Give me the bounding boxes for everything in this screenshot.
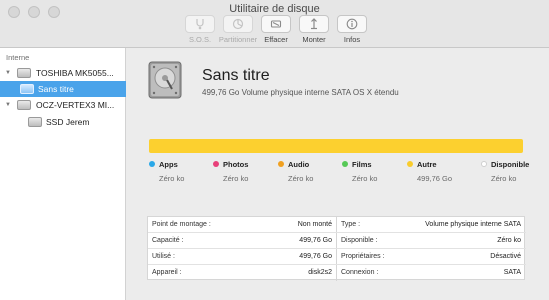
sidebar-item-label: TOSHIBA MK5055... (36, 68, 114, 78)
main-pane: Sans titre 499,76 Go Volume physique int… (127, 48, 549, 300)
info-value: disk2s2 (308, 269, 332, 276)
info-key: Capacité : (152, 237, 184, 244)
info-value: SATA (503, 269, 521, 276)
title-bar: Utilitaire de disque S.O.S. Partitionner… (0, 0, 549, 48)
info-value: 499,76 Go (299, 253, 332, 260)
sidebar-item-sans-titre[interactable]: Sans titre (0, 81, 126, 97)
sidebar-section-header: Interne (6, 53, 30, 62)
usage-bar (149, 139, 523, 153)
mount-icon (299, 15, 329, 33)
volume-name: Sans titre (202, 67, 270, 84)
legend-value: Zéro ko (159, 174, 185, 183)
info-row: Connexion : SATA (337, 265, 526, 281)
mount-button[interactable]: Monter (298, 15, 330, 47)
legend-dot (407, 161, 413, 167)
legend-dot (342, 161, 348, 167)
legend-dot (213, 161, 219, 167)
legend-value: 499,76 Go (417, 174, 453, 183)
window-title: Utilitaire de disque (229, 3, 320, 15)
info-value: Zéro ko (497, 237, 521, 244)
info-label: Infos (343, 35, 361, 44)
info-key: Utilisé : (152, 253, 175, 260)
hard-disk-icon (17, 68, 31, 78)
disclosure-triangle-icon[interactable]: ▼ (5, 102, 11, 108)
partition-icon (223, 15, 253, 33)
partition-label: Partitionner (218, 35, 258, 44)
sidebar-item-label: Sans titre (38, 84, 74, 94)
sos-button[interactable]: S.O.S. (184, 15, 216, 47)
info-row: Disponible : Zéro ko (337, 233, 526, 249)
hard-disk-icon (17, 100, 31, 110)
info-row: Type : Volume physique interne SATA (337, 217, 526, 233)
info-table: Point de montage : Non monté Capacité : 499… (147, 216, 526, 281)
info-key: Propriétaires : (341, 253, 385, 260)
disk-utility-window: Utilitaire de disque S.O.S. Partitionner… (0, 0, 549, 300)
disclosure-triangle-icon[interactable]: ▼ (5, 70, 11, 76)
info-row: Appareil : disk2s2 (148, 265, 337, 281)
sos-label: S.O.S. (188, 35, 212, 44)
info-column-left: Point de montage : Non monté Capacité : 499… (148, 217, 337, 281)
volume-icon (28, 117, 42, 127)
info-row: Capacité : 499,76 Go (148, 233, 337, 249)
legend-dot (481, 161, 487, 167)
info-key: Connexion : (341, 269, 379, 276)
info-column-right: Type : Volume physique interne SATA Dispon… (337, 217, 526, 281)
info-row: Point de montage : Non monté (148, 217, 337, 233)
legend-name: Films (352, 160, 372, 169)
sidebar-item-toshiba-disk[interactable]: ▼ TOSHIBA MK5055... (0, 65, 126, 81)
info-icon (337, 15, 367, 33)
info-key: Appareil : (152, 269, 182, 276)
volume-icon (20, 84, 34, 94)
sidebar-item-label: OCZ-VERTEX3 MI... (36, 100, 115, 110)
usage-legend: Apps Zéro ko Photos Zéro ko Audio Zéro ko Film… (149, 160, 539, 184)
sidebar-item-ssd-jerem[interactable]: SSD Jerem (0, 114, 126, 130)
info-key: Disponible : (341, 237, 378, 244)
erase-icon (261, 15, 291, 33)
sidebar-item-label: SSD Jerem (46, 117, 90, 127)
info-key: Point de montage : (152, 221, 211, 228)
info-row: Propriétaires : Désactivé (337, 249, 526, 265)
legend-value: Zéro ko (352, 174, 378, 183)
sidebar: Interne ▼ TOSHIBA MK5055... Sans titre ▼… (0, 48, 126, 300)
legend-name: Disponible (491, 160, 530, 169)
legend-value: Zéro ko (288, 174, 314, 183)
legend-value: Zéro ko (223, 174, 249, 183)
legend-name: Apps (159, 160, 178, 169)
volume-description: 499,76 Go Volume physique interne SATA O… (202, 88, 399, 97)
legend-value: Zéro ko (491, 174, 517, 183)
sidebar-item-ocz-disk[interactable]: ▼ OCZ-VERTEX3 MI... (0, 97, 126, 113)
info-value: Volume physique interne SATA (425, 221, 521, 228)
legend-name: Photos (223, 160, 249, 169)
erase-label: Effacer (264, 35, 288, 44)
toolbar: S.O.S. Partitionner Effacer Monter Infos (184, 15, 368, 47)
info-key: Type : (341, 221, 361, 228)
stethoscope-icon (185, 15, 215, 33)
info-button[interactable]: Infos (336, 15, 368, 47)
hard-drive-icon (148, 61, 182, 99)
legend-name: Autre (417, 160, 437, 169)
info-value: 499,76 Go (299, 237, 332, 244)
legend-dot (278, 161, 284, 167)
partition-button[interactable]: Partitionner (218, 15, 258, 47)
legend-name: Audio (288, 160, 310, 169)
info-value: Désactivé (490, 253, 521, 260)
info-row: Utilisé : 499,76 Go (148, 249, 337, 265)
legend-dot (149, 161, 155, 167)
info-value: Non monté (297, 221, 332, 228)
mount-label: Monter (302, 35, 326, 44)
erase-button[interactable]: Effacer (260, 15, 292, 47)
